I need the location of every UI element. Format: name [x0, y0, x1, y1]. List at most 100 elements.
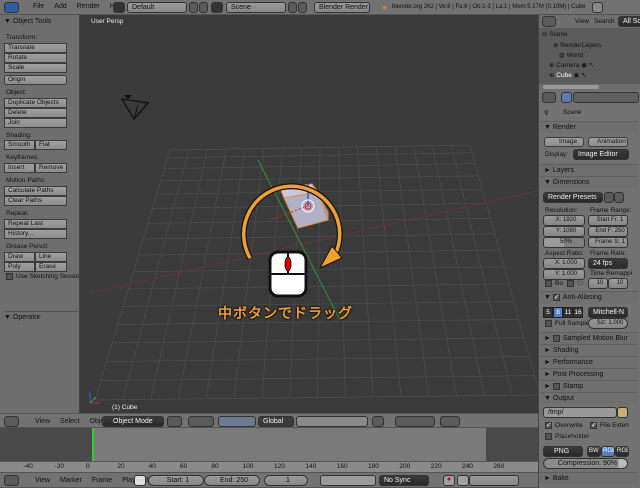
remove-preset-button[interactable]: [614, 192, 624, 203]
outliner-item-scene[interactable]: ⊖ Scene: [542, 30, 568, 38]
add-preset-button[interactable]: [604, 192, 614, 203]
aa-sample-16-button[interactable]: 16: [573, 307, 583, 318]
remap-old-field[interactable]: 10: [588, 278, 608, 289]
mode-select[interactable]: Object Mode: [102, 416, 164, 427]
frame-step-field[interactable]: Frame S: 1: [588, 237, 628, 248]
layout-field[interactable]: Default: [127, 2, 187, 13]
file-format-select[interactable]: PNG: [543, 446, 583, 457]
poly-button[interactable]: Poly: [4, 262, 35, 272]
folder-icon[interactable]: [617, 407, 628, 418]
line-button[interactable]: Line: [35, 252, 67, 262]
display-select[interactable]: Image Editor: [573, 149, 629, 160]
tools-title[interactable]: ▼ Object Tools: [4, 18, 51, 25]
menu-select[interactable]: Select: [60, 418, 79, 425]
end-frame-field[interactable]: End: 250: [204, 475, 260, 486]
snap-button[interactable]: [395, 416, 435, 427]
insert-keyframe-button[interactable]: Insert: [4, 163, 35, 173]
render-engine-select[interactable]: Blender Render: [314, 2, 370, 13]
flat-button[interactable]: Flat: [35, 140, 67, 150]
clear-paths-button[interactable]: Clear Paths: [4, 196, 67, 206]
panel-shading[interactable]: ► Shading: [540, 344, 638, 356]
outliner-view-menu[interactable]: View: [575, 18, 589, 25]
draw-button[interactable]: Draw: [4, 252, 35, 262]
render-image-button[interactable]: Image: [544, 137, 584, 147]
panel-bake[interactable]: ► Bake: [540, 472, 638, 484]
fps-select[interactable]: 24 fps: [588, 258, 628, 269]
join-button[interactable]: Join: [4, 118, 67, 128]
origin-button[interactable]: Origin: [4, 75, 67, 85]
smooth-button[interactable]: Smooth: [4, 140, 35, 150]
panel-output[interactable]: ▼ Output: [540, 392, 638, 404]
aa-sample-8-button[interactable]: 8: [553, 307, 563, 318]
panel-performance[interactable]: ► Performance: [540, 356, 638, 368]
add-scene-button[interactable]: [288, 2, 297, 13]
editor-type-button[interactable]: [542, 16, 556, 27]
scene-field[interactable]: Scene: [226, 2, 286, 13]
resolution-percent-slider[interactable]: 50%: [543, 237, 585, 248]
panel-motion-blur[interactable]: ► Sampled Motion Blur: [540, 332, 638, 344]
scale-button[interactable]: Scale: [4, 63, 67, 73]
start-frame-field[interactable]: Start Fr: 1: [588, 215, 628, 226]
pin-icon[interactable]: ⚲: [544, 109, 549, 117]
panel-post-processing[interactable]: ► Post Processing: [540, 368, 638, 380]
resolution-y-field[interactable]: Y: 1080: [543, 226, 585, 237]
history-button[interactable]: History...: [4, 229, 67, 239]
aa-filter-select[interactable]: Mitchell-N: [588, 307, 628, 318]
output-path-field[interactable]: /tmp/: [543, 407, 617, 418]
menu-view[interactable]: View: [35, 477, 50, 484]
translate-button[interactable]: Translate: [4, 43, 67, 53]
start-frame-field[interactable]: Start: 1: [148, 475, 204, 486]
layout-icon[interactable]: [113, 2, 125, 13]
panel-dimensions[interactable]: ▼ Dimensions: [540, 176, 638, 188]
record-button[interactable]: ●: [443, 475, 455, 486]
keying-set-button[interactable]: [457, 475, 469, 486]
render-tab[interactable]: [561, 92, 572, 103]
timeline[interactable]: -40 -20 0 20 40 60 80 100 120 140 160 180 200 220 240 2…: [0, 428, 538, 472]
remap-new-field[interactable]: 10: [608, 278, 628, 289]
lock-layer-button[interactable]: [372, 416, 384, 427]
calculate-paths-button[interactable]: Calculate Paths: [4, 186, 67, 196]
panel-render[interactable]: ▼ Render: [540, 121, 638, 133]
border-checkbox[interactable]: Bo: [545, 280, 563, 287]
outliner-item-cube[interactable]: ⊕ Cube ◉ ↖: [549, 71, 587, 79]
render-buttons[interactable]: [440, 416, 460, 427]
filter-size-field[interactable]: Siz: 1.000: [588, 318, 628, 329]
outliner-item-camera[interactable]: ⊕ Camera ◉ ↖: [549, 61, 594, 69]
overwrite-checkbox[interactable]: ✓ Overwrite: [545, 422, 583, 429]
add-layout-button[interactable]: [189, 2, 198, 13]
crop-checkbox[interactable]: Cr: [567, 280, 584, 287]
properties-tabs[interactable]: [573, 92, 639, 103]
full-sample-checkbox[interactable]: Full Sample: [545, 320, 589, 327]
file-extensions-checkbox[interactable]: ✓ File Exten: [590, 422, 629, 429]
aa-sample-5-button[interactable]: 5: [543, 307, 553, 318]
menu-add[interactable]: Add: [54, 3, 66, 10]
outliner-hscrollbar[interactable]: [543, 85, 599, 89]
keying-set-field[interactable]: [469, 475, 519, 486]
menu-frame[interactable]: Frame: [92, 477, 112, 484]
scene-icon[interactable]: [211, 2, 223, 13]
viewport-shading-button[interactable]: [167, 416, 182, 427]
timeline-ruler[interactable]: -40 -20 0 20 40 60 80 100 120 140 160 180 200 220 240 2…: [0, 461, 538, 472]
outliner-filter-select[interactable]: All Scenes: [618, 16, 640, 27]
playback-controls[interactable]: [320, 475, 376, 486]
editor-type-button[interactable]: [4, 416, 19, 427]
menu-render[interactable]: Render: [77, 3, 100, 10]
render-animation-button[interactable]: Animation: [588, 137, 628, 147]
panel-anti-aliasing[interactable]: ▼ ✓ Anti-Aliasing: [540, 291, 638, 303]
remove-layout-button[interactable]: [199, 2, 208, 13]
editor-type-button[interactable]: [4, 2, 19, 13]
color-rgba-button[interactable]: RGB: [615, 446, 629, 457]
panel-stamp[interactable]: ► Stamp: [540, 380, 638, 392]
editor-type-button[interactable]: [4, 475, 19, 486]
repeat-last-button[interactable]: Repeat Last: [4, 219, 67, 229]
current-frame-field[interactable]: 1: [264, 475, 308, 486]
aspect-x-field[interactable]: X: 1.000: [543, 258, 585, 269]
orientation-select[interactable]: Global: [258, 416, 294, 427]
outliner-search-menu[interactable]: Search: [594, 18, 615, 25]
panel-layers[interactable]: ► Layers: [540, 164, 638, 176]
operator-panel[interactable]: ▼ Operator: [4, 311, 78, 321]
outliner-item-world[interactable]: ◍ World: [559, 51, 583, 59]
remove-scene-button[interactable]: [298, 2, 307, 13]
remove-keyframe-button[interactable]: Remove: [35, 163, 67, 173]
delete-button[interactable]: Delete: [4, 108, 67, 118]
